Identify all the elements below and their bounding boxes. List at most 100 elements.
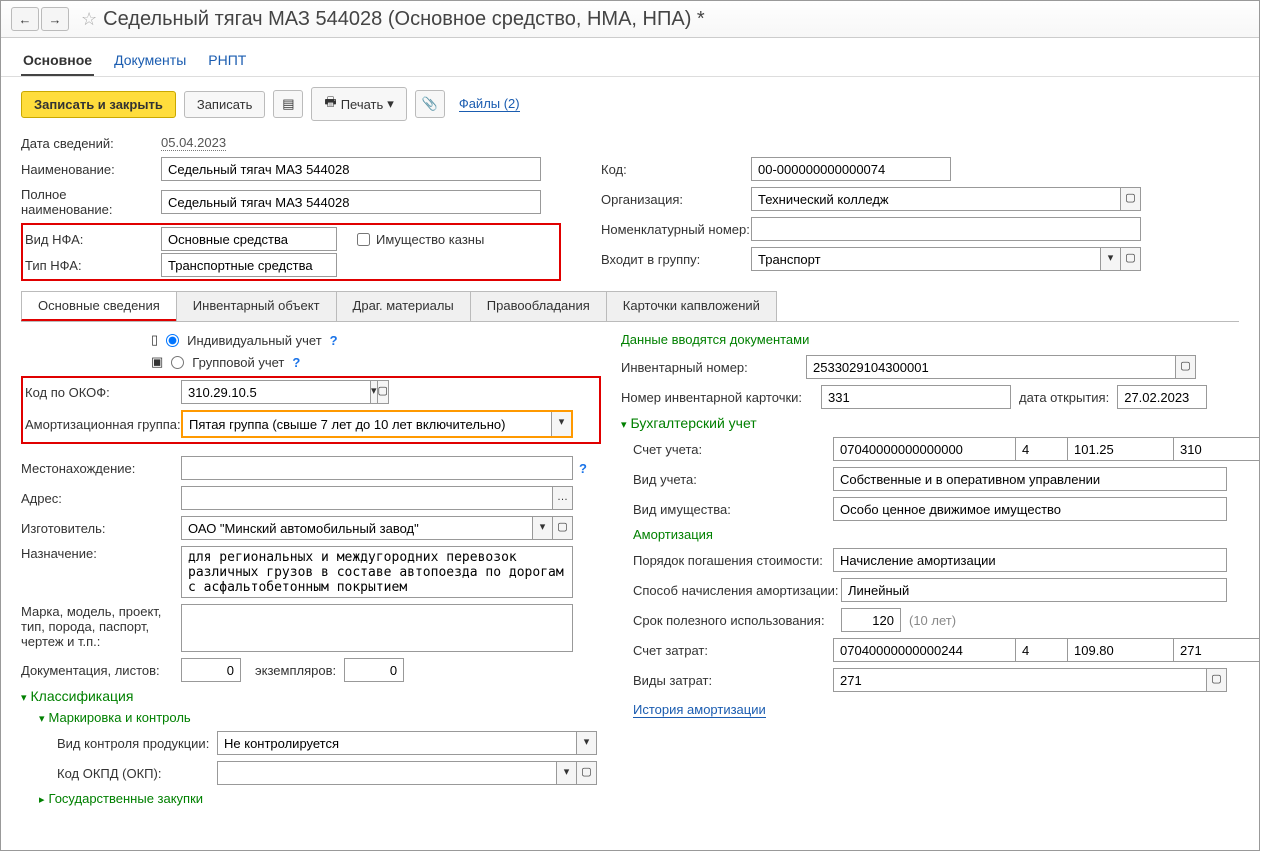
code-input[interactable] <box>751 157 951 181</box>
tab-rnpt[interactable]: РНПТ <box>206 46 248 76</box>
manufacturer-open-icon[interactable]: ▢ <box>553 516 573 540</box>
useful-life-note: (10 лет) <box>909 613 956 628</box>
help-icon[interactable]: ? <box>292 355 300 370</box>
print-button[interactable]: 🖶 Печать ▾ <box>311 87 406 121</box>
inv-card-label: Номер инвентарной карточки: <box>621 390 821 405</box>
purpose-textarea[interactable]: для региональных и междугородних перевоз… <box>181 546 573 598</box>
group-label: Входит в группу: <box>601 252 751 267</box>
individual-icon: ▯ <box>151 332 158 348</box>
inner-tab-inv[interactable]: Инвентарный объект <box>176 291 337 321</box>
acct-kind-label: Вид учета: <box>633 472 833 487</box>
org-input[interactable] <box>751 187 1121 211</box>
nfa-kind-label: Вид НФА: <box>25 232 161 247</box>
amortization-history-link[interactable]: История амортизации <box>633 702 766 718</box>
expense4-input[interactable] <box>1173 638 1260 662</box>
nfa-kind-input[interactable] <box>161 227 337 251</box>
tab-main[interactable]: Основное <box>21 46 94 76</box>
list-button[interactable]: ▤ <box>273 90 303 118</box>
favorite-star-icon[interactable]: ☆ <box>81 9 97 30</box>
inv-no-open-icon[interactable]: ▢ <box>1176 355 1196 379</box>
inner-tab-main[interactable]: Основные сведения <box>21 291 177 321</box>
address-pick-icon[interactable]: … <box>553 486 573 510</box>
accounting-individual-radio[interactable]: ▯ Индивидуальный учет ? <box>151 332 601 348</box>
copies-label: экземпляров: <box>255 663 336 678</box>
name-label: Наименование: <box>21 162 161 177</box>
nfa-type-label: Тип НФА: <box>25 258 161 273</box>
expense1-input[interactable] <box>833 638 1023 662</box>
purpose-label: Назначение: <box>21 546 181 561</box>
help-icon[interactable]: ? <box>330 333 338 348</box>
repayment-input[interactable] <box>833 548 1227 572</box>
expense-kinds-input[interactable] <box>833 668 1207 692</box>
docs-sheets-label: Документация, листов: <box>21 663 181 678</box>
treasury-checkbox[interactable]: Имущество казны <box>357 232 484 247</box>
useful-life-label: Срок полезного использования: <box>633 613 841 628</box>
marking-header[interactable]: ▾Маркировка и контроль <box>39 710 601 725</box>
address-input[interactable] <box>181 486 553 510</box>
amort-group-input[interactable] <box>183 412 551 436</box>
attach-button[interactable]: 📎 <box>415 90 445 118</box>
okof-input[interactable] <box>181 380 371 404</box>
amort-dropdown-icon[interactable]: ▾ <box>551 412 571 436</box>
inv-no-input[interactable] <box>806 355 1176 379</box>
account-label: Счет учета: <box>633 442 833 457</box>
nfa-type-input[interactable] <box>161 253 337 277</box>
account1-input[interactable] <box>833 437 1023 461</box>
acct-kind-input[interactable] <box>833 467 1227 491</box>
method-input[interactable] <box>841 578 1227 602</box>
manufacturer-input[interactable] <box>181 516 533 540</box>
gov-purchases-header[interactable]: ▸Государственные закупки <box>39 791 601 806</box>
docs-auto-text: Данные вводятся документами <box>621 332 1239 347</box>
group-input[interactable] <box>751 247 1101 271</box>
okpd-dropdown-icon[interactable]: ▾ <box>557 761 577 785</box>
control-kind-input[interactable] <box>217 731 577 755</box>
amortization-header: Амортизация <box>633 527 1239 542</box>
manufacturer-label: Изготовитель: <box>21 521 181 536</box>
tab-documents[interactable]: Документы <box>112 46 188 76</box>
docs-sheets-input[interactable] <box>181 658 241 682</box>
location-input[interactable] <box>181 456 573 480</box>
save-close-button[interactable]: Записать и закрыть <box>21 91 176 118</box>
save-button[interactable]: Записать <box>184 91 266 118</box>
page-tabs: Основное Документы РНПТ <box>1 38 1259 77</box>
model-textarea[interactable] <box>181 604 573 652</box>
nav-back-button[interactable]: ← <box>11 7 39 31</box>
expense-kinds-label: Виды затрат: <box>633 673 833 688</box>
dropdown-icon: ▾ <box>387 96 394 112</box>
inner-tab-cards[interactable]: Карточки капвложений <box>606 291 777 321</box>
control-dropdown-icon[interactable]: ▾ <box>577 731 597 755</box>
manufacturer-dropdown-icon[interactable]: ▾ <box>533 516 553 540</box>
accounting-header[interactable]: ▾Бухгалтерский учет <box>621 415 1239 431</box>
okpd-open-icon[interactable]: ▢ <box>577 761 597 785</box>
inner-tab-metals[interactable]: Драг. материалы <box>336 291 471 321</box>
nav-forward-button[interactable]: → <box>41 7 69 31</box>
okpd-input[interactable] <box>217 761 557 785</box>
okof-label: Код по ОКОФ: <box>25 385 181 400</box>
group-open-icon[interactable]: ▢ <box>1121 247 1141 271</box>
copies-input[interactable] <box>344 658 404 682</box>
open-date-input[interactable] <box>1117 385 1207 409</box>
org-open-icon[interactable]: ▢ <box>1121 187 1141 211</box>
files-link[interactable]: Файлы (2) <box>459 96 520 112</box>
repayment-label: Порядок погашения стоимости: <box>633 553 833 568</box>
org-label: Организация: <box>601 192 751 207</box>
account4-input[interactable] <box>1173 437 1260 461</box>
nomenclature-input[interactable] <box>751 217 1141 241</box>
inner-tab-rights[interactable]: Правообладания <box>470 291 607 321</box>
help-icon[interactable]: ? <box>579 461 587 476</box>
inv-card-input[interactable] <box>821 385 1011 409</box>
property-kind-input[interactable] <box>833 497 1227 521</box>
inv-no-label: Инвентарный номер: <box>621 360 806 375</box>
group-icon: ▣ <box>151 354 163 370</box>
open-date-label: дата открытия: <box>1019 390 1109 405</box>
printer-icon: 🖶 <box>324 93 336 115</box>
name-input[interactable] <box>161 157 541 181</box>
okof-open-icon[interactable]: ▢ <box>378 380 389 404</box>
useful-life-input[interactable] <box>841 608 901 632</box>
full-name-input[interactable] <box>161 190 541 214</box>
accounting-group-radio[interactable]: ▣ Групповой учет ? <box>151 354 601 370</box>
info-date-value[interactable]: 05.04.2023 <box>161 135 226 151</box>
nomenclature-label: Номенклатурный номер: <box>601 222 751 237</box>
classification-header[interactable]: ▾Классификация <box>21 688 601 704</box>
group-dropdown-icon[interactable]: ▾ <box>1101 247 1121 271</box>
